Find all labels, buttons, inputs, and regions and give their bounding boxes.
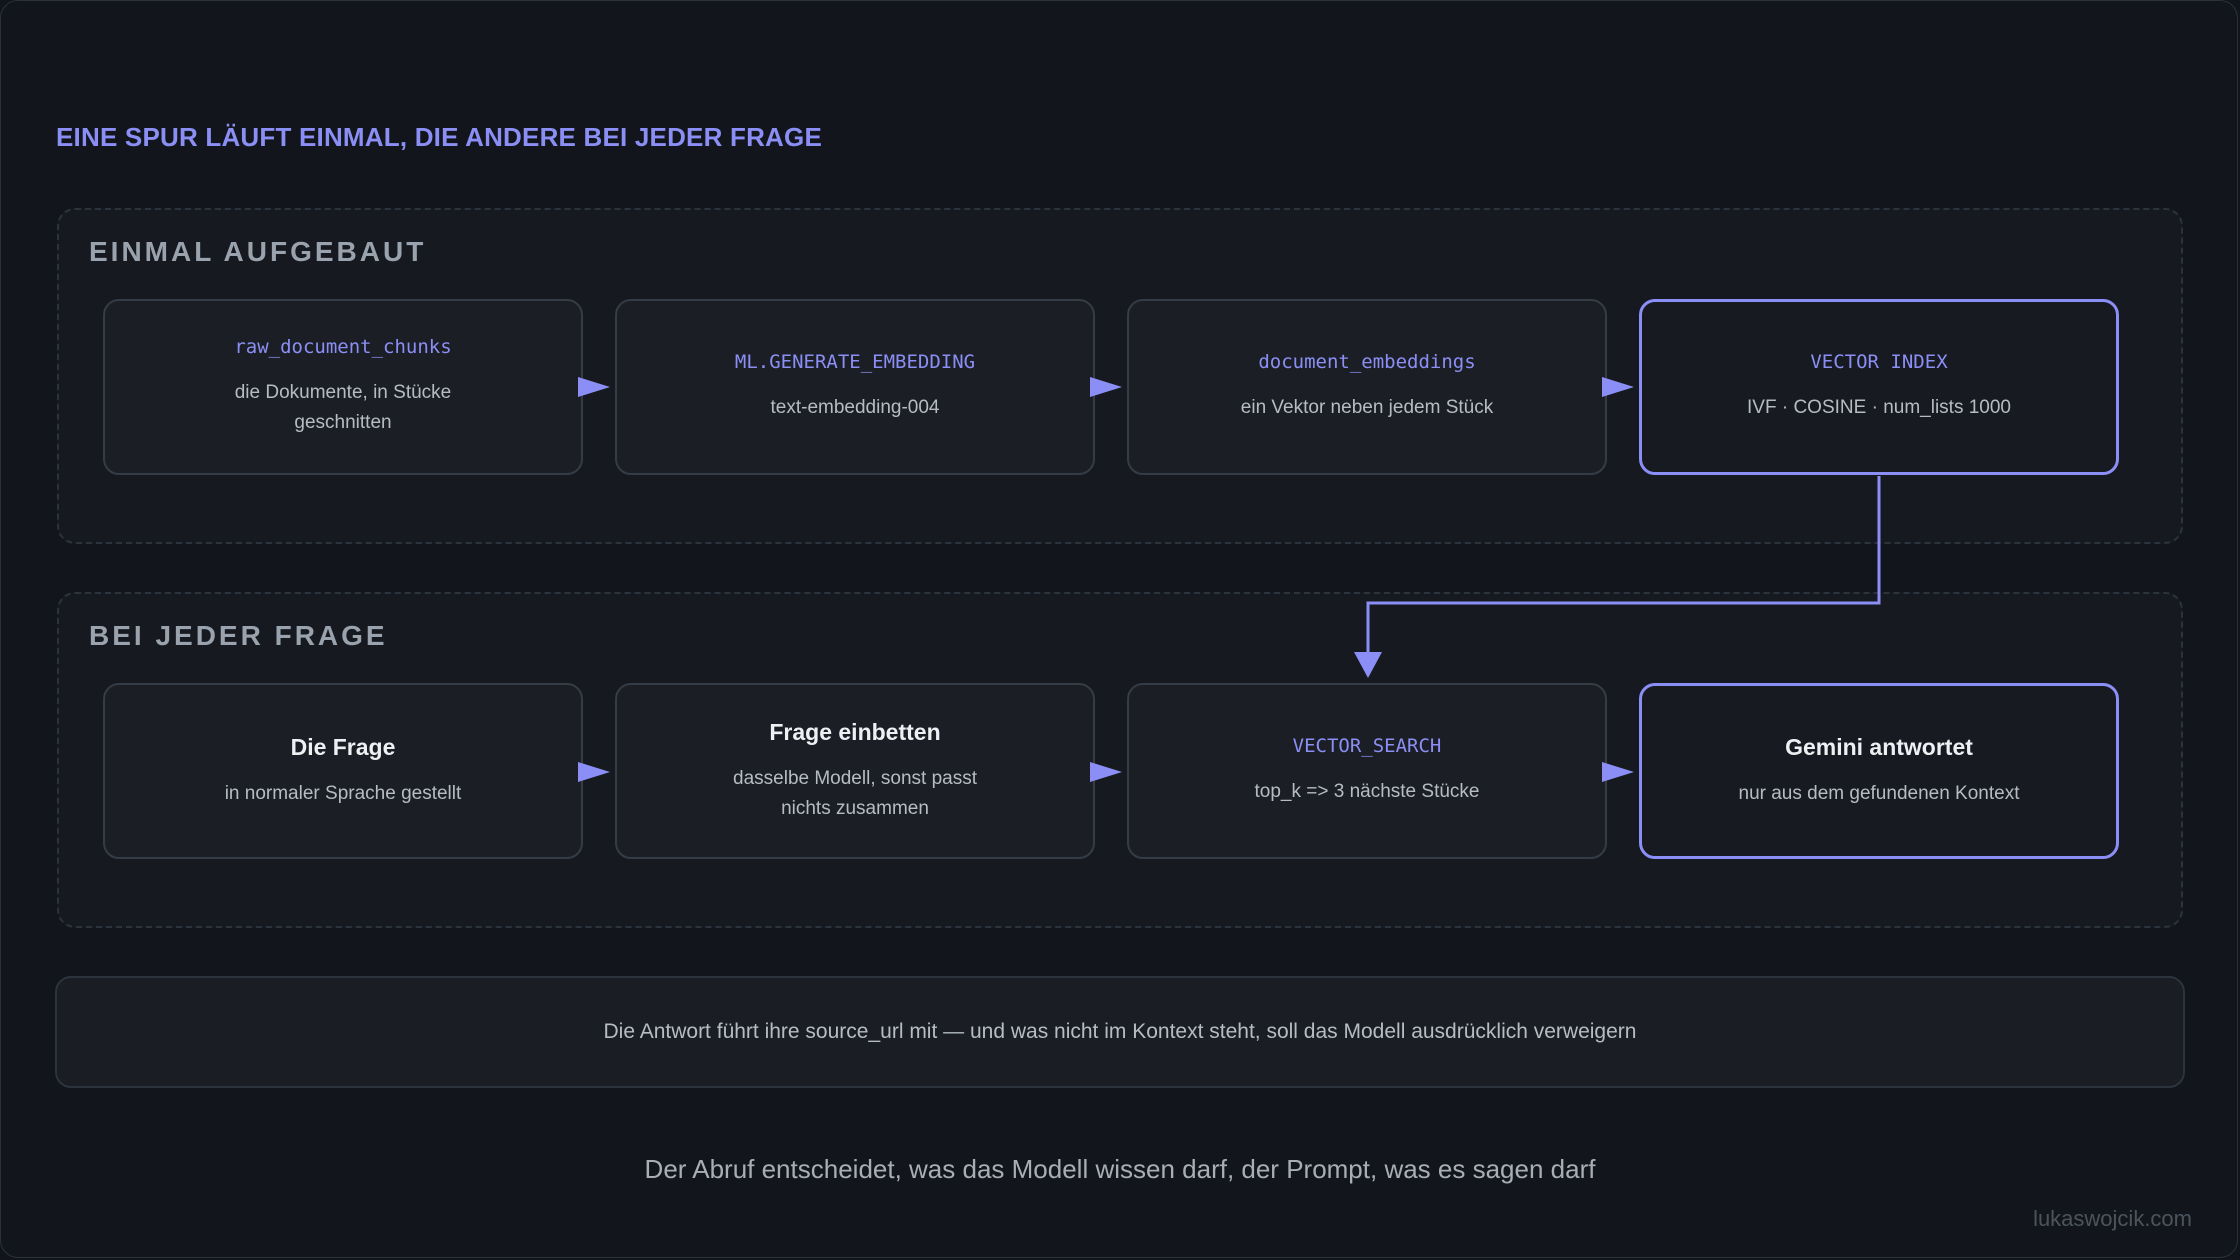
step-title: ML.GENERATE_EMBEDDING — [734, 351, 976, 373]
step-subtitle: ein Vektor neben jedem Stück — [1240, 397, 1494, 418]
step-document-embeddings: document_embeddings ein Vektor neben jed… — [1127, 299, 1607, 475]
step-raw-document-chunks: raw_document_chunks die Dokumente, in St… — [103, 299, 583, 475]
arrow-right-icon — [1602, 762, 1634, 782]
step-title: VECTOR INDEX — [1810, 351, 1948, 373]
answer-note: Die Antwort führt ihre source_url mit — … — [55, 976, 2185, 1088]
step-subtitle: dasselbe Modell, sonst passt nichts zusa… — [733, 767, 977, 819]
lane-label: EINMAL AUFGEBAUT — [89, 236, 427, 267]
arrow-right-icon — [578, 762, 610, 782]
step-subtitle: nur aus dem gefundenen Kontext — [1738, 782, 2020, 804]
arrow-right-icon — [578, 377, 610, 397]
lane-label: BEI JEDER FRAGE — [89, 620, 388, 651]
arrow-right-icon — [1602, 377, 1634, 397]
step-title: raw_document_chunks — [234, 336, 452, 358]
credit-link[interactable]: lukaswojcik.com — [2033, 1206, 2192, 1232]
step-title: VECTOR_SEARCH — [1292, 735, 1442, 757]
step-subtitle: die Dokumente, in Stücke geschnitten — [234, 382, 452, 433]
step-vector-search: VECTOR_SEARCH top_k => 3 nächste Stücke — [1127, 683, 1607, 859]
step-subtitle: top_k => 3 nächste Stücke — [1254, 781, 1480, 802]
step-ml-generate-embedding: ML.GENERATE_EMBEDDING text-embedding-004 — [615, 299, 1095, 475]
step-die-frage: Die Frage in normaler Sprache gestellt — [103, 683, 583, 859]
arrow-right-icon — [1090, 377, 1122, 397]
footer-caption: Der Abruf entscheidet, was das Modell wi… — [644, 1154, 1596, 1184]
step-title: Frage einbetten — [769, 718, 941, 745]
step-subtitle: IVF · COSINE · num_lists 1000 — [1747, 397, 2011, 418]
step-vector-index: VECTOR INDEX IVF · COSINE · num_lists 10… — [1639, 299, 2119, 475]
step-title: document_embeddings — [1258, 351, 1476, 373]
step-subtitle: in normaler Sprache gestellt — [224, 782, 462, 804]
arrow-right-icon — [1090, 762, 1122, 782]
step-gemini-antwortet: Gemini antwortet nur aus dem gefundenen … — [1639, 683, 2119, 859]
step-frage-einbetten: Frage einbetten dasselbe Modell, sonst p… — [615, 683, 1095, 859]
step-subtitle: text-embedding-004 — [770, 397, 940, 418]
diagram-heading: EINE SPUR LÄUFT EINMAL, DIE ANDERE BEI J… — [56, 122, 822, 152]
step-title: Gemini antwortet — [1785, 733, 1973, 760]
step-title: Die Frage — [290, 733, 396, 760]
